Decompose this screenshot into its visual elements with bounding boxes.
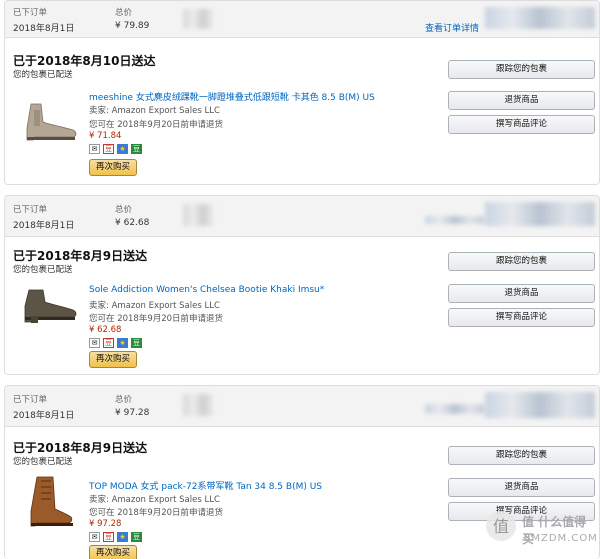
- return-deadline: 您可在 2018年9月20日前申请退货: [89, 120, 224, 130]
- total-label: 总价: [115, 8, 133, 18]
- track-package-button[interactable]: 跟踪您的包裹: [448, 252, 595, 271]
- mail-icon[interactable]: ✉: [89, 144, 100, 154]
- buy-again-button[interactable]: 再次购买: [89, 159, 137, 176]
- order-total: ¥ 79.89: [115, 21, 150, 31]
- share-icons: ✉ 豆 ★ 豆: [89, 144, 142, 155]
- redacted-link: [425, 216, 485, 224]
- delivery-status: 已于2018年8月9日送达: [13, 249, 148, 263]
- dou-icon[interactable]: 豆: [103, 144, 114, 154]
- order-date: 2018年8月1日: [13, 221, 75, 231]
- product-image[interactable]: [19, 280, 81, 326]
- redacted-block: [183, 9, 213, 29]
- return-item-button[interactable]: 退货商品: [448, 91, 595, 110]
- watermark-domain: SMZDM.COM: [524, 533, 598, 544]
- delivery-status: 已于2018年8月9日送达: [13, 441, 148, 455]
- svg-text:值: 值: [493, 517, 509, 536]
- product-title-link[interactable]: meeshine 女式麂皮绒踝靴一脚蹬堆叠式低跟短靴 卡其色 8.5 B(M) …: [89, 90, 375, 103]
- delivery-status: 已于2018年8月10日送达: [13, 54, 156, 68]
- order-card: 已下订单 2018年8月1日 总价 ¥ 79.89 查看订单详情 已于2018年…: [4, 0, 600, 185]
- redacted-order-number: [485, 392, 595, 418]
- item-price: ¥ 62.68: [89, 325, 122, 335]
- return-item-button[interactable]: 退货商品: [448, 478, 595, 497]
- order-total: ¥ 62.68: [115, 218, 150, 228]
- seller: 卖家: Amazon Export Sales LLC: [89, 301, 220, 311]
- track-package-button[interactable]: 跟踪您的包裹: [448, 446, 595, 465]
- seller: 卖家: Amazon Export Sales LLC: [89, 495, 220, 505]
- delivery-substatus: 您的包裹已配送: [13, 70, 73, 80]
- item-price: ¥ 71.84: [89, 131, 122, 141]
- dou-icon[interactable]: 豆: [103, 532, 114, 542]
- order-date: 2018年8月1日: [13, 411, 75, 421]
- dou-icon[interactable]: 豆: [131, 144, 142, 154]
- order-date: 2018年8月1日: [13, 24, 75, 34]
- share-icons: ✉ 豆 ★ 豆: [89, 338, 142, 349]
- redacted-block: [183, 394, 213, 416]
- order-header: 已下订单 2018年8月1日 总价 ¥ 79.89 查看订单详情: [5, 1, 599, 38]
- order-header: 已下订单 2018年8月1日 总价 ¥ 97.28: [5, 386, 599, 427]
- delivery-substatus: 您的包裹已配送: [13, 457, 73, 467]
- share-icons: ✉ 豆 ★ 豆: [89, 532, 142, 543]
- total-label: 总价: [115, 205, 133, 215]
- order-total: ¥ 97.28: [115, 408, 150, 418]
- watermark-badge-icon: 值: [486, 511, 516, 541]
- redacted-block: [183, 204, 213, 226]
- order-date-label: 已下订单: [13, 8, 48, 18]
- seller: 卖家: Amazon Export Sales LLC: [89, 106, 220, 116]
- mail-icon[interactable]: ✉: [89, 532, 100, 542]
- order-date-label: 已下订单: [13, 205, 48, 215]
- delivery-substatus: 您的包裹已配送: [13, 265, 73, 275]
- redacted-order-number: [485, 202, 595, 226]
- product-image[interactable]: [19, 98, 81, 144]
- star-icon[interactable]: ★: [117, 144, 128, 154]
- return-item-button[interactable]: 退货商品: [448, 284, 595, 303]
- star-icon[interactable]: ★: [117, 532, 128, 542]
- redacted-order-number: [485, 7, 595, 29]
- product-title-link[interactable]: Sole Addiction Women's Chelsea Bootie Kh…: [89, 285, 324, 295]
- order-date-label: 已下订单: [13, 395, 48, 405]
- item-price: ¥ 97.28: [89, 519, 122, 529]
- return-deadline: 您可在 2018年9月20日前申请退货: [89, 508, 224, 518]
- return-deadline: 您可在 2018年9月20日前申请退货: [89, 314, 224, 324]
- redacted-link: [425, 404, 485, 414]
- buy-again-button[interactable]: 再次购买: [89, 545, 137, 559]
- dou-icon[interactable]: 豆: [131, 532, 142, 542]
- total-label: 总价: [115, 395, 133, 405]
- write-review-button[interactable]: 撰写商品评论: [448, 308, 595, 327]
- order-header: 已下订单 2018年8月1日 总价 ¥ 62.68: [5, 196, 599, 237]
- product-title-link[interactable]: TOP MODA 女式 pack-72系带军靴 Tan 34 8.5 B(M) …: [89, 479, 322, 492]
- order-card: 已下订单 2018年8月1日 总价 ¥ 62.68 已于2018年8月9日送达 …: [4, 195, 600, 375]
- buy-again-button[interactable]: 再次购买: [89, 351, 137, 368]
- track-package-button[interactable]: 跟踪您的包裹: [448, 60, 595, 79]
- write-review-button[interactable]: 撰写商品评论: [448, 115, 595, 134]
- mail-icon[interactable]: ✉: [89, 338, 100, 348]
- star-icon[interactable]: ★: [117, 338, 128, 348]
- watermark-logo: 值 值 什么值得买 SMZDM.COM: [484, 509, 597, 555]
- view-order-details-link[interactable]: 查看订单详情: [425, 21, 479, 34]
- product-image[interactable]: [19, 475, 81, 527]
- dou-icon[interactable]: 豆: [131, 338, 142, 348]
- dou-icon[interactable]: 豆: [103, 338, 114, 348]
